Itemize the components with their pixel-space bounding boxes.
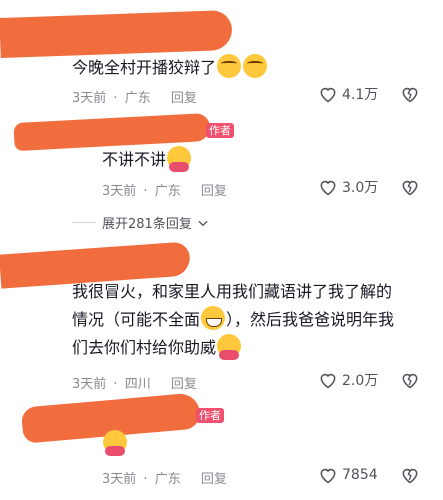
reply-button[interactable]: 回复 <box>201 184 227 199</box>
like-button[interactable]: 7854 <box>318 465 378 485</box>
comment-meta: 3天前 · 广东 回复 <box>72 91 197 106</box>
redacted-username <box>0 9 233 59</box>
comment-meta: 3天前 · 广东 回复 <box>102 184 227 199</box>
like-button[interactable]: 3.0万 <box>318 177 378 197</box>
hugging-emoji <box>103 430 127 456</box>
crying-laughing-emoji <box>243 54 268 78</box>
dislike-button[interactable] <box>400 84 420 104</box>
comment-location: 广东 <box>154 472 181 487</box>
broken-heart-icon <box>402 373 418 389</box>
like-count: 4.1万 <box>342 87 379 103</box>
comment-text-line: 们去你们村给你助威 <box>72 332 242 363</box>
dislike-button[interactable] <box>400 177 420 197</box>
comment-time: 3天前 <box>102 472 137 487</box>
author-badge: 作者 <box>196 408 224 423</box>
hugging-emoji <box>217 334 242 360</box>
comment-time: 3天前 <box>102 184 137 199</box>
hugging-emoji <box>167 146 192 172</box>
like-count: 3.0万 <box>342 180 379 196</box>
heart-icon <box>320 180 336 196</box>
comment-meta: 3天前 · 广东 回复 <box>102 472 227 487</box>
comment-text: 今晚全村开播狡辩了 <box>72 52 268 83</box>
comment-time: 3天前 <box>72 91 107 106</box>
reply-button[interactable]: 回复 <box>201 472 227 487</box>
comment-text: 不讲不讲 <box>102 144 192 175</box>
expand-divider <box>72 222 96 223</box>
expand-replies-button[interactable]: 展开281条回复 <box>102 213 210 232</box>
broken-heart-icon <box>402 180 418 196</box>
author-badge: 作者 <box>206 123 234 138</box>
comment-text-line: 我很冒火，和家里人用我们藏语讲了我了解的 <box>72 282 393 301</box>
like-count: 7854 <box>342 467 378 483</box>
heart-icon <box>320 87 336 103</box>
heart-icon <box>320 468 336 484</box>
dislike-button[interactable] <box>400 370 420 390</box>
reply-button[interactable]: 回复 <box>171 377 197 392</box>
crying-laughing-emoji <box>217 54 242 78</box>
comment-meta: 3天前 · 四川 回复 <box>72 377 197 392</box>
comment-location: 广东 <box>124 91 151 106</box>
comment-text-line: 情况（可能不全面 ），然后我爸爸说明年我 <box>72 304 394 335</box>
like-count: 2.0万 <box>342 373 379 389</box>
grinning-emoji <box>201 306 226 330</box>
comment-time: 3天前 <box>72 377 107 392</box>
comment-text <box>102 428 128 459</box>
chevron-down-icon <box>198 220 208 226</box>
broken-heart-icon <box>402 468 418 484</box>
dislike-button[interactable] <box>400 465 420 485</box>
like-button[interactable]: 2.0万 <box>318 370 378 390</box>
comment-location: 广东 <box>154 184 181 199</box>
broken-heart-icon <box>402 87 418 103</box>
reply-button[interactable]: 回复 <box>171 91 197 106</box>
heart-icon <box>320 373 336 389</box>
like-button[interactable]: 4.1万 <box>318 84 378 104</box>
comment-location: 四川 <box>124 377 151 392</box>
